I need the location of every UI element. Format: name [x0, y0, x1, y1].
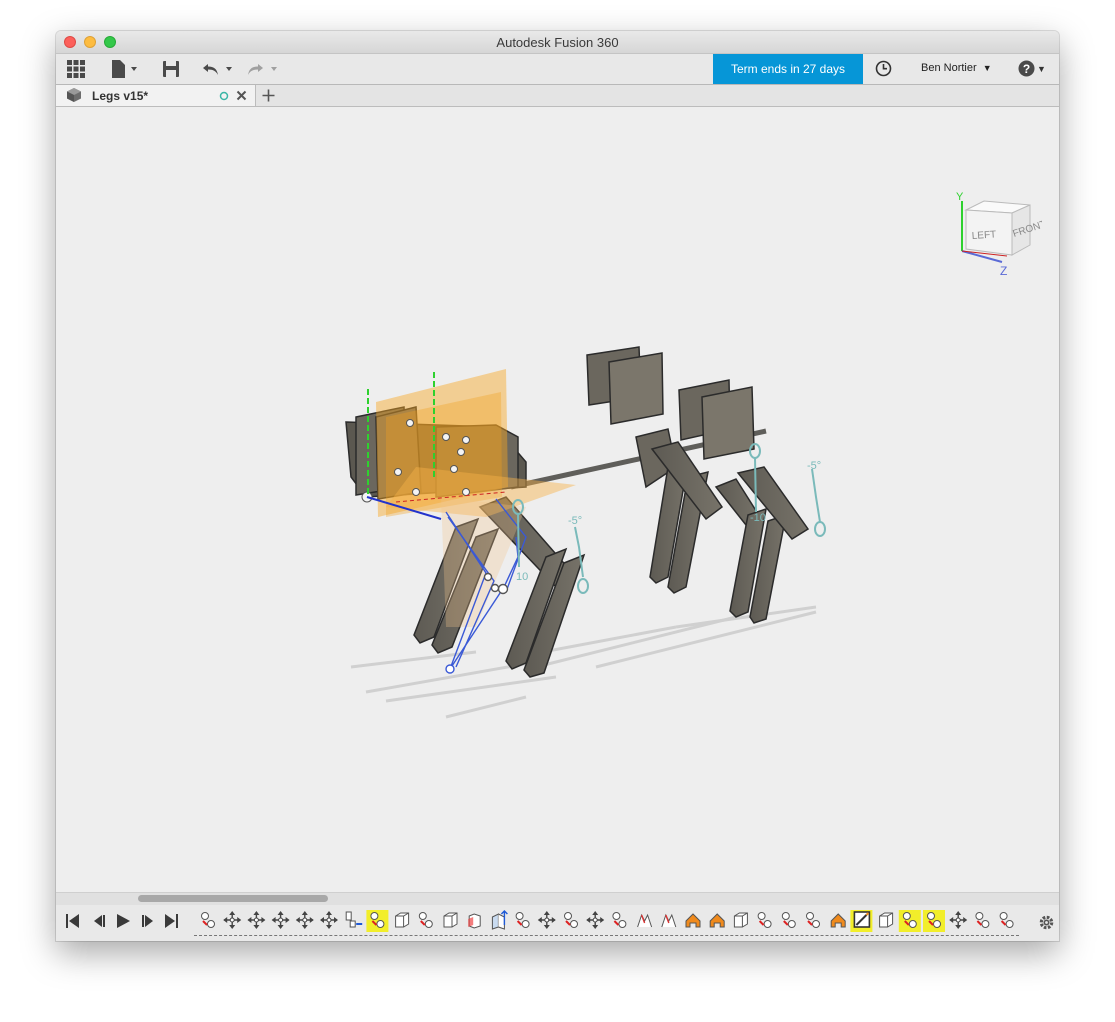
redo-button[interactable] — [247, 58, 279, 80]
value-label: 10 — [516, 571, 528, 583]
z-axis-label: Z — [1000, 264, 1007, 278]
playback-controls — [66, 914, 178, 928]
timeline-feature-move[interactable] — [247, 911, 266, 929]
save-icon — [163, 61, 179, 77]
subscription-term-banner[interactable]: Term ends in 27 days — [713, 54, 863, 84]
svg-text:?: ? — [1023, 62, 1030, 76]
title-bar: Autodesk Fusion 360 — [56, 31, 1059, 54]
timeline-feature-move[interactable] — [949, 911, 968, 929]
timeline-feature-joint[interactable] — [898, 910, 921, 932]
chevron-down-icon: ▼ — [982, 63, 992, 73]
timeline-feature-fillet[interactable] — [709, 913, 725, 928]
rear-legs — [649, 441, 810, 624]
y-axis-label: Y — [956, 191, 964, 203]
timeline-feature-joint[interactable] — [999, 912, 1014, 928]
timeline-feature-box[interactable] — [443, 912, 458, 928]
timeline-feature-joint[interactable] — [201, 912, 215, 928]
main-toolbar: Term ends in 27 days Ben Nortier ▼ ? ▼ — [56, 54, 1059, 85]
data-panel-button[interactable] — [67, 58, 85, 80]
gear-icon[interactable] — [1038, 914, 1055, 931]
undo-button[interactable] — [202, 58, 234, 80]
timeline-feature-extrude[interactable] — [491, 910, 508, 930]
scrollbar-thumb[interactable] — [138, 895, 328, 902]
timeline-feature-move[interactable] — [320, 911, 338, 929]
model-canvas[interactable]: -5° -5° 10 -10 — [56, 107, 1059, 892]
timeline-feature-box[interactable] — [733, 912, 748, 928]
angle-label: -5° — [807, 460, 821, 472]
view-cube-left-face[interactable]: LEFT — [971, 229, 996, 242]
skip-back-icon[interactable] — [66, 914, 79, 928]
plus-icon[interactable] — [262, 89, 275, 102]
timeline-ticks — [194, 935, 1019, 940]
tab-legs-v15[interactable]: Legs v15* — [56, 85, 256, 106]
timeline-feature-fillet[interactable] — [685, 913, 701, 928]
user-name: Ben Nortier — [921, 62, 977, 74]
timeline-feature-align[interactable] — [345, 911, 363, 928]
step-forward-icon[interactable] — [142, 915, 153, 927]
data-panel-grid-icon — [67, 60, 85, 78]
timeline-feature-move[interactable] — [537, 911, 556, 929]
timeline-feature-move[interactable] — [223, 911, 242, 929]
step-back-icon[interactable] — [94, 915, 105, 927]
timeline-feature-box[interactable] — [395, 912, 410, 928]
value-label: -10 — [750, 512, 766, 524]
view-cube-graphic[interactable]: Y Z LEFT FRONT — [952, 189, 1048, 279]
file-menu-button[interactable] — [111, 58, 139, 80]
close-icon[interactable] — [236, 90, 247, 101]
timeline-bar — [56, 905, 1059, 941]
play-icon[interactable] — [117, 914, 130, 928]
chevron-down-icon: ▼ — [1037, 63, 1046, 74]
file-icon — [112, 60, 137, 78]
tab-label: Legs v15* — [92, 89, 149, 103]
document-tab-strip: Legs v15* — [56, 85, 1059, 107]
timeline-feature-sketch[interactable] — [850, 910, 873, 932]
timeline-feature-revolve[interactable] — [468, 913, 481, 929]
job-status-button[interactable] — [875, 60, 892, 82]
save-button[interactable] — [163, 58, 179, 80]
timeline-feature-joint[interactable] — [781, 912, 796, 928]
timeline-feature-joint[interactable] — [366, 910, 389, 932]
timeline-feature-strip — [201, 910, 1014, 932]
clock-icon — [875, 60, 892, 77]
timeline-feature-move[interactable] — [295, 911, 314, 929]
timeline-feature-fillet[interactable] — [830, 913, 846, 928]
timeline-feature-move[interactable] — [586, 911, 605, 929]
timeline-feature-joint[interactable] — [564, 912, 578, 928]
timeline-feature-joint[interactable] — [515, 912, 530, 928]
view-cube[interactable]: Y Z LEFT FRONT — [952, 189, 1048, 279]
undo-icon — [203, 64, 232, 75]
component-icon — [67, 88, 81, 102]
timeline-feature-joint[interactable] — [418, 912, 433, 928]
timeline-feature-joint[interactable] — [806, 912, 820, 928]
circle-icon — [219, 91, 229, 101]
app-window: Autodesk Fusion 360 Term ends in 27 days… — [56, 31, 1059, 941]
timeline-feature-move[interactable] — [271, 911, 290, 929]
timeline-feature-box[interactable] — [879, 912, 894, 928]
timeline-feature-loft[interactable] — [661, 913, 677, 928]
question-icon: ? — [1018, 60, 1035, 77]
timeline-feature-joint[interactable] — [923, 910, 945, 932]
skip-forward-icon[interactable] — [165, 914, 178, 928]
timeline-feature-joint[interactable] — [757, 912, 772, 928]
timeline-feature-joint[interactable] — [975, 912, 990, 928]
angle-label: -5° — [568, 515, 582, 527]
timeline-scrollbar[interactable] — [56, 892, 1059, 905]
redo-icon — [248, 64, 277, 75]
help-menu[interactable]: ? ▼ — [1018, 60, 1046, 77]
timeline-feature-joint[interactable] — [612, 912, 627, 928]
window-title: Autodesk Fusion 360 — [496, 35, 619, 50]
3d-viewport[interactable]: -5° -5° 10 -10 Y Z LEFT FRONT — [56, 107, 1059, 892]
timeline-feature-loft[interactable] — [637, 913, 653, 928]
user-menu[interactable]: Ben Nortier ▼ — [921, 62, 992, 74]
